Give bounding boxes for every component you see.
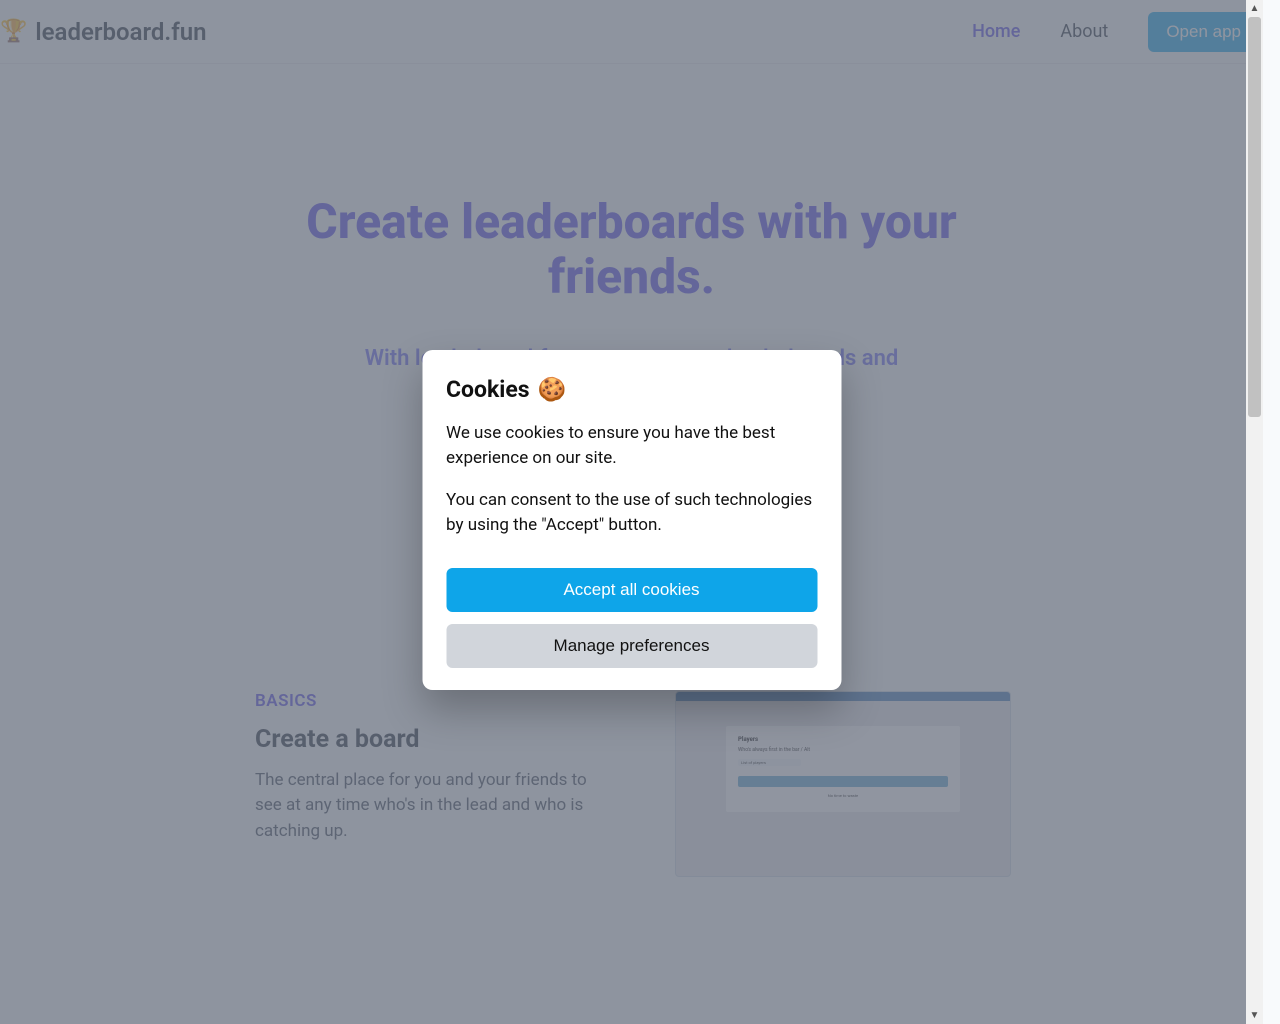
cookie-title-text: Cookies (446, 376, 530, 403)
scroll-thumb[interactable] (1248, 17, 1261, 417)
scrollbar[interactable]: ▲ ▼ (1246, 0, 1263, 1024)
cookie-text-2: You can consent to the use of such techn… (446, 488, 817, 537)
scroll-down-arrow-icon[interactable]: ▼ (1246, 1007, 1263, 1024)
cookie-modal-title: Cookies 🍪 (446, 376, 817, 403)
cookie-text-1: We use cookies to ensure you have the be… (446, 421, 817, 470)
cookie-modal: Cookies 🍪 We use cookies to ensure you h… (422, 350, 841, 690)
manage-preferences-button[interactable]: Manage preferences (446, 624, 817, 668)
cookie-icon: 🍪 (538, 376, 567, 403)
accept-cookies-button[interactable]: Accept all cookies (446, 568, 817, 612)
scroll-up-arrow-icon[interactable]: ▲ (1246, 0, 1263, 17)
